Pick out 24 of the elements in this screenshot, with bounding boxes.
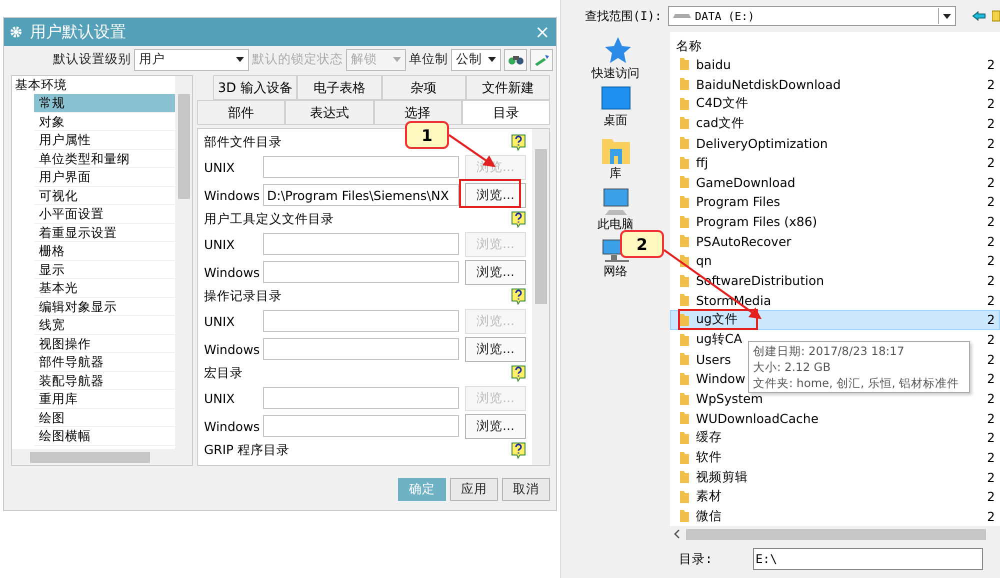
unit-label: 单位制 — [409, 51, 448, 68]
window-title: 用户默认设置 — [30, 22, 127, 42]
section-title: 宏目录 — [204, 365, 243, 382]
tooltip-line: 创建日期: 2017/8/23 18:17 — [753, 343, 906, 359]
step-callout: 2 — [620, 230, 664, 258]
section-title: 部件文件目录 — [204, 134, 282, 151]
tooltip-line: 大小: 2.12 GB — [753, 359, 832, 375]
lock-label: 默认的锁定状态 — [252, 51, 343, 68]
field-label: Windows — [204, 264, 260, 280]
field-label: UNIX — [204, 160, 236, 174]
section-title: 用户工具定义文件目录 — [204, 211, 334, 228]
section-title: 操作记录目录 — [204, 288, 282, 305]
field-label: UNIX — [204, 314, 236, 328]
field-label: UNIX — [204, 390, 236, 406]
field-label: Windows — [204, 418, 260, 434]
tooltip-line: 文件夹: home, 创汇, 乐恒, 铝材标准件 — [753, 375, 960, 391]
field-label: Windows — [204, 342, 260, 356]
directory-label: 目录: — [679, 550, 713, 568]
look-in-label: 查找范围(I): — [585, 8, 662, 24]
step-callout: 1 — [405, 121, 449, 149]
field-label: UNIX — [204, 236, 236, 252]
field-label: Windows — [204, 188, 260, 202]
level-label: 默认设置级别 — [53, 51, 131, 68]
section-title: GRIP 程序目录 — [204, 442, 290, 459]
